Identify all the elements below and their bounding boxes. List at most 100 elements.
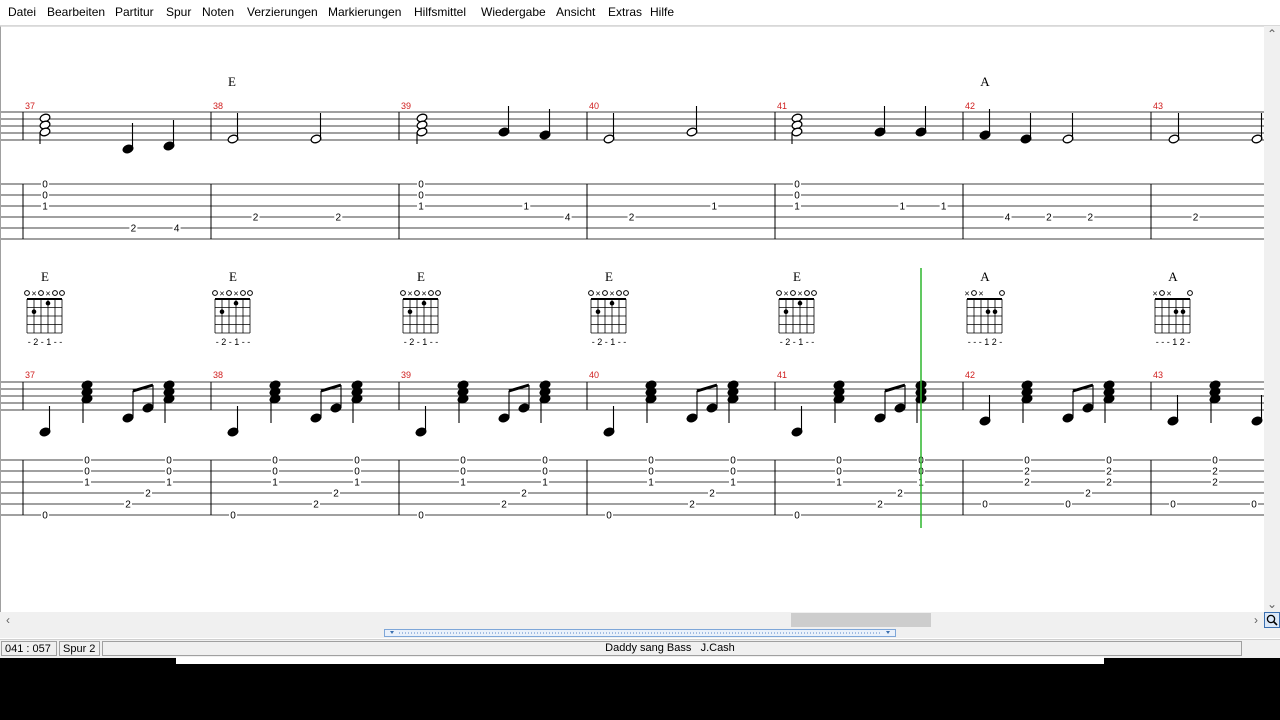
menu-extras[interactable]: Extras [605,0,645,25]
chord-fingering: - - - 1 2 - [1156,337,1191,347]
muted-string-icon: × [783,289,788,299]
open-string-icon [226,290,232,296]
t2-tab-number: 1 [542,478,548,489]
open-string-icon [59,290,65,296]
menu-partitur[interactable]: Partitur [112,0,157,25]
muted-string-icon: × [609,289,614,299]
t1-tab-number: 1 [42,202,48,213]
t1-tab-number: 1 [794,202,800,213]
t2-notehead [874,413,886,423]
t2-tab-number: 0 [272,456,278,467]
splitter-handle[interactable] [384,629,896,637]
menu-spur[interactable]: Spur [163,0,194,25]
t2-tab-number: 0 [730,467,736,478]
menu-verzierungen[interactable]: Verzierungen [244,0,321,25]
menu-hilfsmittel[interactable]: Hilfsmittel [411,0,469,25]
t1-measure-number: 38 [213,101,223,111]
t1-chord-symbol: E [228,74,236,89]
t2-tab-number: 2 [145,489,151,500]
t2-tab-number: 2 [1106,467,1112,478]
open-string-icon [776,290,782,296]
t2-beam [132,383,154,393]
t1-tab-number: 4 [565,213,571,224]
t2-tab-number: 2 [1024,467,1030,478]
t2-tab-number: 0 [230,511,236,522]
scroll-left-icon[interactable]: ‹ [0,612,16,628]
muted-string-icon: × [964,289,969,299]
t1-tab-number: 1 [711,202,717,213]
open-string-icon [999,290,1005,296]
t2-tab-number: 2 [689,500,695,511]
finger-dot [797,300,803,306]
finger-dot [992,309,998,315]
open-string-icon [414,290,420,296]
t2-tab-number: 0 [1251,500,1257,511]
muted-string-icon: × [31,289,36,299]
current-track: Spur 2 [59,641,100,656]
menu-markierungen[interactable]: Markierungen [325,0,404,25]
t2-notehead [894,403,906,413]
t2-tab-number: 1 [272,478,278,489]
scroll-up-icon[interactable]: ⌃ [1264,26,1280,42]
menu-noten[interactable]: Noten [199,0,237,25]
open-string-icon [790,290,796,296]
t2-tab-number: 2 [1024,478,1030,489]
finger-dot [985,309,991,315]
t1-tab-number: 4 [174,224,180,235]
t2-tab-number: 0 [836,467,842,478]
open-string-icon [212,290,218,296]
t2-tab-number: 0 [542,467,548,478]
t2-tab-number: 2 [709,489,715,500]
t2-tab-number: 1 [166,478,172,489]
zoom-button[interactable] [1264,612,1280,628]
menu-hilfe[interactable]: Hilfe [647,0,677,25]
t2-chord-symbol: E [229,269,237,284]
song-artist: J.Cash [700,642,735,654]
t2-beam [320,383,342,393]
t2-tab-number: 0 [606,511,612,522]
t2-tab-number: 2 [877,500,883,511]
score-canvas[interactable]: 37383940414243EA001242200114210011142222… [1,27,1265,613]
vertical-scrollbar[interactable]: ⌃ ⌄ [1264,26,1280,612]
t2-tab-number: 0 [272,467,278,478]
t1-tab-number: 2 [253,213,259,224]
t2-tab-number: 2 [521,489,527,500]
chord-fingering: - - - 1 2 - [968,337,1003,347]
t2-tab-number: 2 [125,500,131,511]
t2-tab-number: 0 [836,456,842,467]
menu-bearbeiten[interactable]: Bearbeiten [44,0,108,25]
t1-measure-number: 42 [965,101,975,111]
open-string-icon [971,290,977,296]
muted-string-icon: × [45,289,50,299]
horizontal-scrollbar[interactable]: ‹ › [0,612,1264,628]
menu-bar: Datei Bearbeiten Partitur Spur Noten Ver… [0,0,1280,26]
chord-fingering: - 2 - 1 - - [592,337,627,347]
t2-beam [508,383,530,393]
scroll-down-icon[interactable]: ⌄ [1264,596,1280,612]
t1-measure-number: 40 [589,101,599,111]
t1-measure-number: 39 [401,101,411,111]
muted-string-icon: × [1166,289,1171,299]
horizontal-scroll-thumb[interactable] [791,613,931,627]
scroll-right-icon[interactable]: › [1248,612,1264,628]
t2-notehead [706,403,718,413]
panel-splitter[interactable] [0,628,1280,638]
open-string-icon [1159,290,1165,296]
app-window: Datei Bearbeiten Partitur Spur Noten Ver… [0,0,1280,658]
open-string-icon [52,290,58,296]
menu-datei[interactable]: Datei [5,0,39,25]
open-string-icon [38,290,44,296]
t2-tab-number: 2 [313,500,319,511]
muted-string-icon: × [421,289,426,299]
t2-tab-number: 0 [1170,500,1176,511]
t2-tab-number: 2 [333,489,339,500]
t2-notehead [142,403,154,413]
menu-wiedergabe[interactable]: Wiedergabe [478,0,549,25]
finger-dot [421,300,427,306]
menu-ansicht[interactable]: Ansicht [553,0,598,25]
t1-tab-number: 1 [418,202,424,213]
t2-tab-number: 0 [166,467,172,478]
t2-notehead [310,413,322,423]
score-view[interactable]: 37383940414243EA001242200114210011142222… [0,26,1265,613]
finger-dot [1173,309,1179,315]
